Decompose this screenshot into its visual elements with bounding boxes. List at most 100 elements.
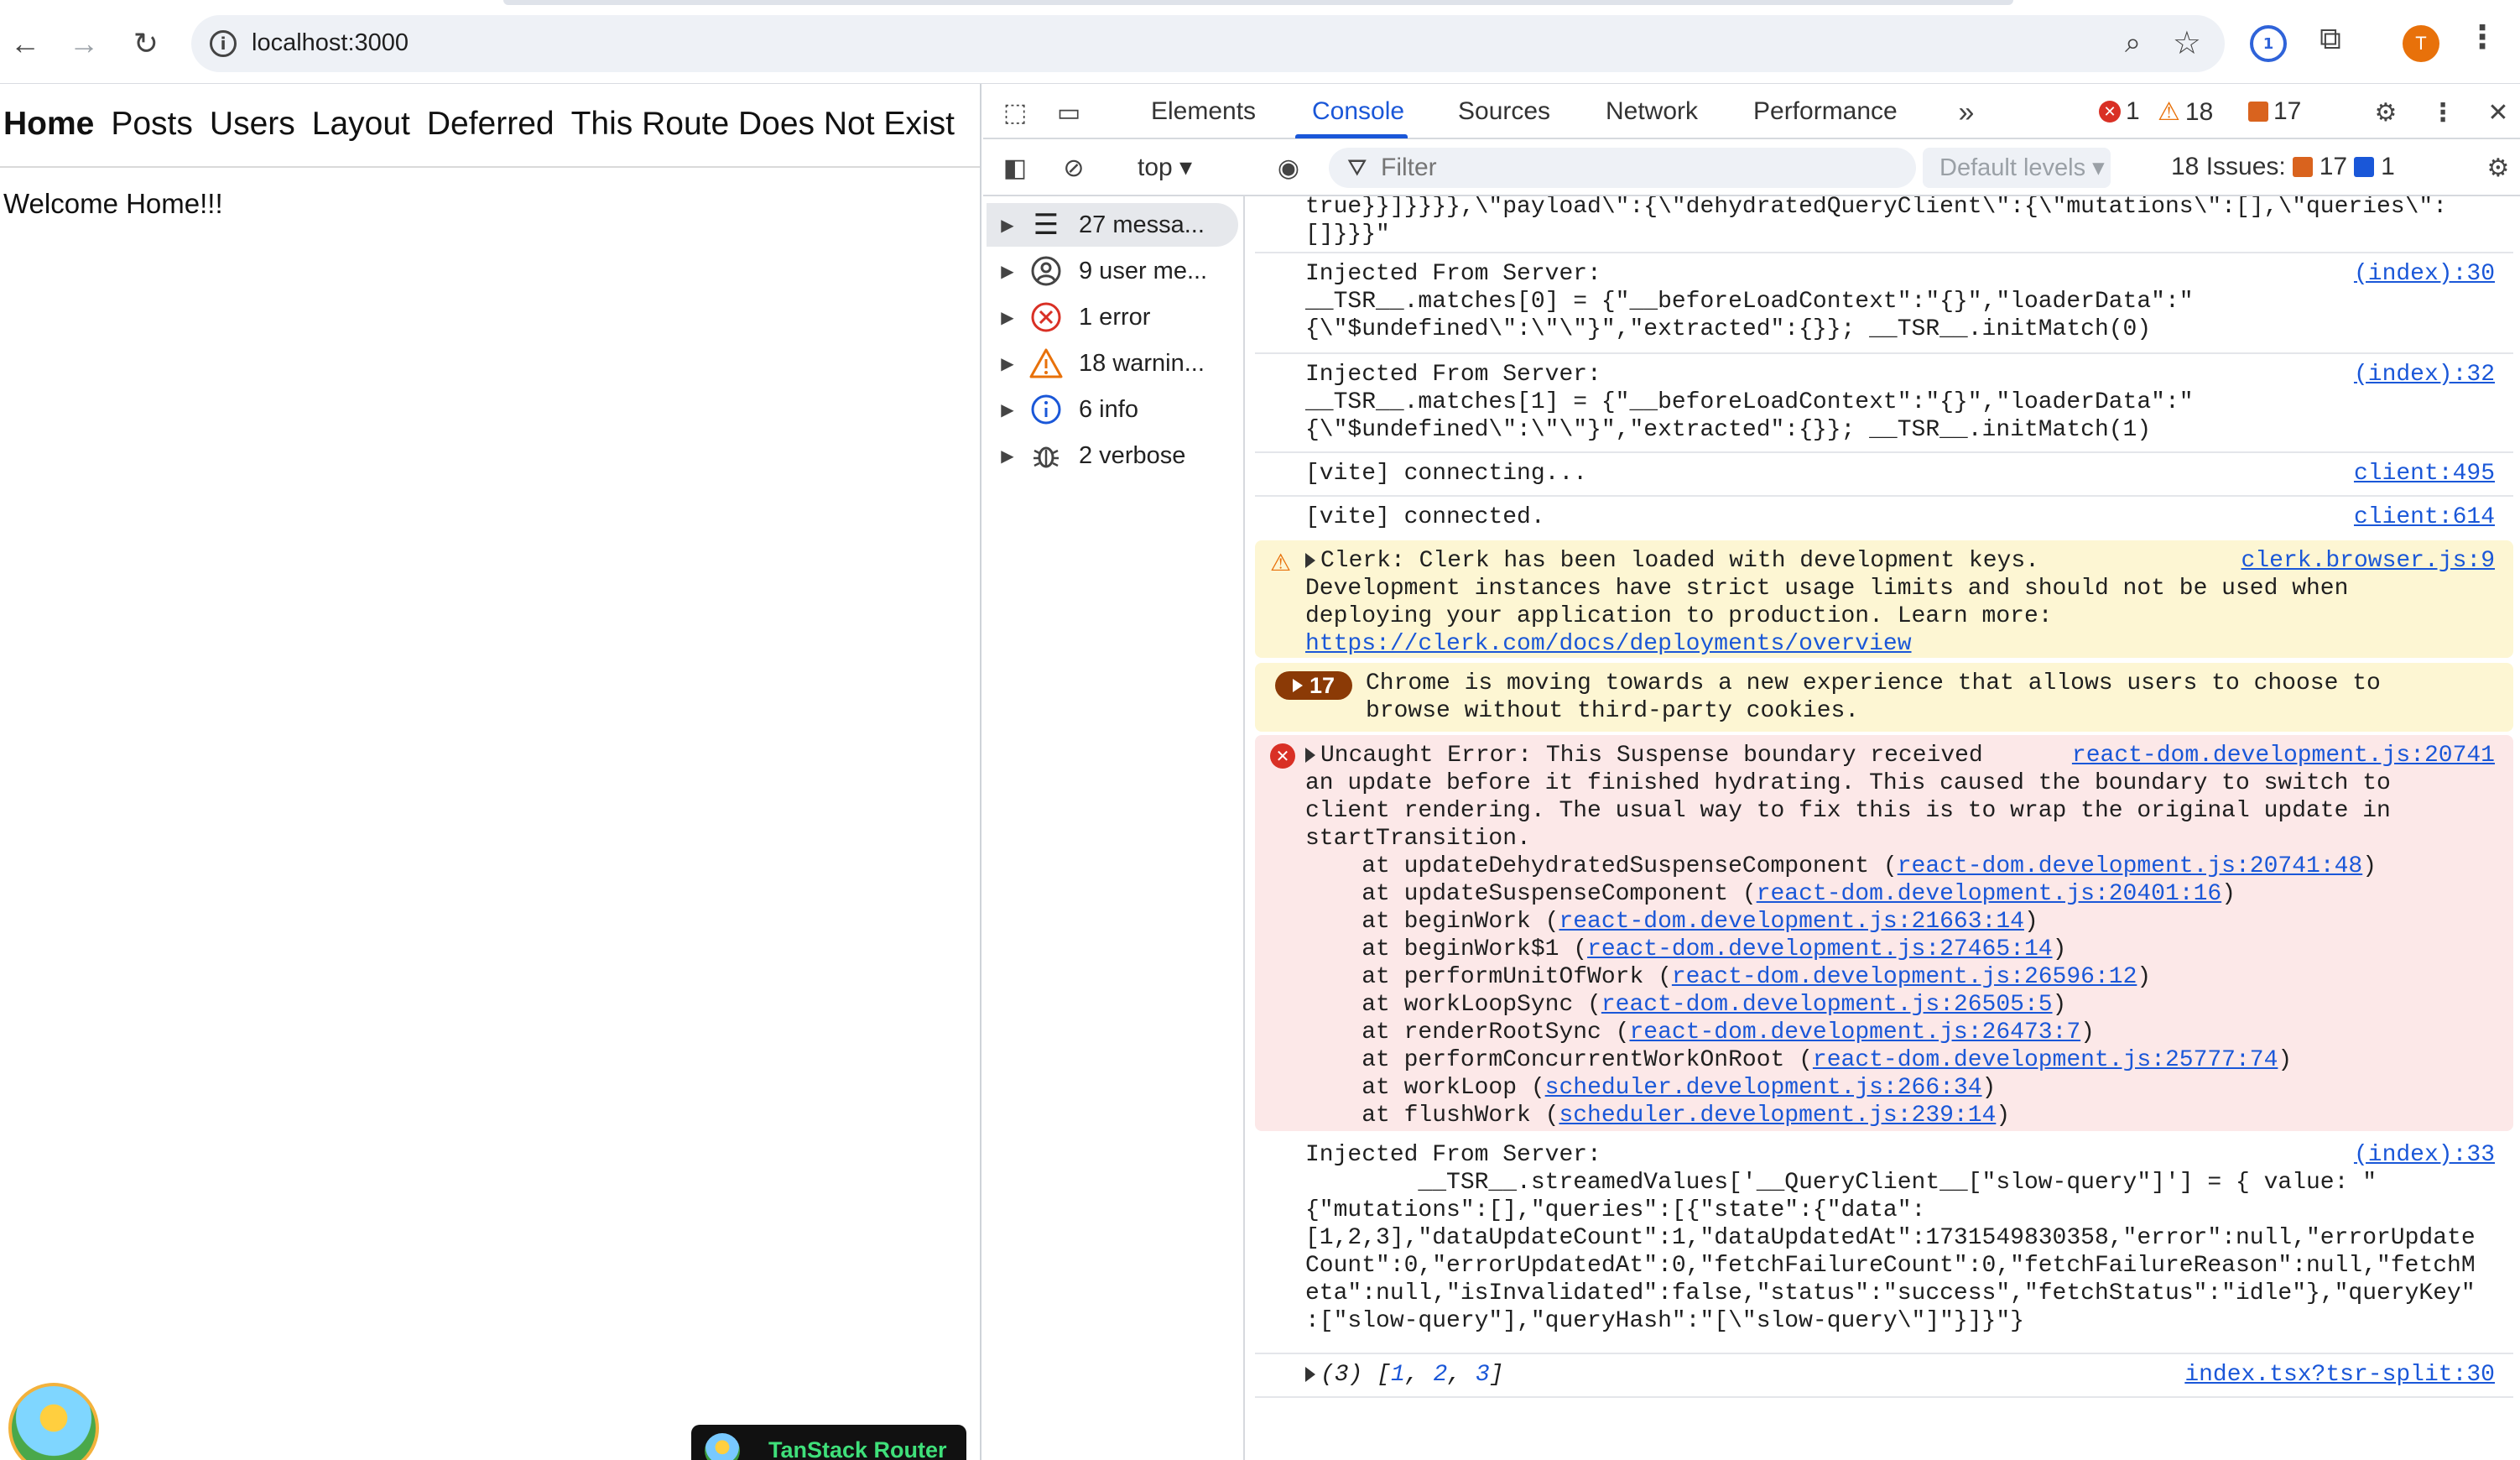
sidebar-item-label: 1 error: [1079, 303, 1151, 331]
tab-performance[interactable]: Performance: [1753, 97, 1898, 126]
source-link[interactable]: (index):33: [2354, 1141, 2495, 1169]
stack-location-link[interactable]: react-dom.development.js:21663:14: [1559, 909, 2024, 935]
stack-location-link[interactable]: react-dom.development.js:26505:5: [1601, 992, 2053, 1018]
tab-sources[interactable]: Sources: [1458, 97, 1550, 126]
stack-line: at workLoop (scheduler.development.js:26…: [1305, 1075, 1997, 1101]
forward-icon[interactable]: →: [59, 18, 109, 69]
console-message[interactable]: true}}]}}}},\"payload\":{\"dehydratedQue…: [1255, 196, 2513, 253]
nav-link-not-exist[interactable]: This Route Does Not Exist: [571, 106, 955, 143]
sidebar-item-warnings[interactable]: ▶ 18 warnin...: [987, 342, 1238, 385]
address-bar[interactable]: i localhost:3000 ⌕ ☆: [191, 15, 2225, 72]
stack-location-link[interactable]: react-dom.development.js:25777:74: [1813, 1047, 2278, 1073]
sidebar-toggle-icon[interactable]: ◧: [997, 149, 1034, 186]
issues-orange-count: 17: [2319, 153, 2348, 180]
reload-icon[interactable]: ↻: [121, 18, 171, 69]
expand-caret-icon[interactable]: [1305, 1366, 1315, 1382]
error-icon: ✕: [1270, 743, 1295, 769]
url-text: localhost:3000: [252, 29, 409, 56]
issue-count: 17: [2273, 97, 2302, 125]
error-counter[interactable]: ✕ 1: [2099, 97, 2140, 126]
issues-summary[interactable]: 18 Issues: 17 1: [2171, 153, 2395, 181]
console-warning-group[interactable]: 17 Chrome is moving towards a new experi…: [1255, 663, 2513, 732]
console-message[interactable]: (3) [1, 2, 3] index.tsx?tsr-split:30: [1255, 1354, 2513, 1398]
source-link[interactable]: client:495: [2354, 460, 2495, 488]
tanstack-router-devtools-button[interactable]: TanStack Router: [691, 1425, 966, 1460]
console-warning[interactable]: ⚠ Clerk: Clerk has been loaded with deve…: [1255, 540, 2513, 658]
sidebar-item-user-messages[interactable]: ▶ 9 user me...: [987, 249, 1238, 293]
stack-location-link[interactable]: scheduler.development.js:266:34: [1545, 1075, 1982, 1101]
stack-location-link[interactable]: react-dom.development.js:20741:48: [1898, 853, 2363, 879]
sidebar-item-messages[interactable]: ▶ ☰ 27 messa...: [987, 203, 1238, 247]
stack-location-link[interactable]: react-dom.development.js:26596:12: [1672, 964, 2137, 990]
console-error[interactable]: ✕ Uncaught Error: This Suspense boundary…: [1255, 735, 2513, 1131]
back-icon[interactable]: ←: [0, 18, 50, 69]
source-link[interactable]: react-dom.development.js:20741: [2072, 742, 2495, 769]
zoom-icon[interactable]: ⌕: [2125, 27, 2141, 60]
console-message[interactable]: Injected From Server: __TSR__.streamedVa…: [1255, 1134, 2513, 1354]
issues-label: 18 Issues:: [2171, 153, 2286, 180]
extensions-icon[interactable]: ⧉: [2312, 20, 2349, 57]
sidebar-item-errors[interactable]: ▶ 1 error: [987, 295, 1238, 339]
tab-network[interactable]: Network: [1606, 97, 1698, 126]
expand-caret-icon: ▶: [1001, 354, 1014, 373]
source-link[interactable]: (index):32: [2354, 361, 2495, 388]
nav-link-users[interactable]: Users: [210, 106, 295, 143]
stack-location-link[interactable]: react-dom.development.js:20401:16: [1757, 881, 2222, 907]
error-text: Uncaught Error: This Suspense boundary r…: [1305, 742, 2391, 1129]
repeat-count-badge[interactable]: 17: [1275, 671, 1352, 700]
console-settings-gear-icon[interactable]: ⚙: [2480, 149, 2517, 186]
device-toolbar-icon[interactable]: ▭: [1050, 94, 1087, 131]
source-link[interactable]: index.tsx?tsr-split:30: [2184, 1361, 2495, 1389]
router-badge-label: TanStack Router: [768, 1437, 947, 1460]
nav-link-deferred[interactable]: Deferred: [427, 106, 555, 143]
filter-field[interactable]: ⛛: [1329, 148, 1916, 188]
expand-caret-icon[interactable]: [1305, 747, 1315, 763]
log-levels-select[interactable]: Default levels ▾: [1923, 148, 2111, 188]
password-manager-icon[interactable]: 1: [2250, 25, 2287, 62]
warning-counter[interactable]: ⚠ 18: [2158, 97, 2213, 127]
source-link[interactable]: clerk.browser.js:9: [2241, 547, 2495, 575]
more-tabs-icon[interactable]: »: [1948, 94, 1985, 131]
console-message[interactable]: [vite] connected. client:614: [1255, 497, 2513, 539]
error-icon: [1028, 300, 1064, 335]
clerk-docs-link[interactable]: https://clerk.com/docs/deployments/overv…: [1305, 631, 1912, 657]
live-expression-eye-icon[interactable]: ◉: [1270, 149, 1307, 186]
array-preview[interactable]: (3) [1, 2, 3]: [1305, 1361, 1503, 1389]
nav-divider: [0, 166, 980, 168]
filter-input[interactable]: [1381, 153, 1884, 183]
stack-line: at flushWork (scheduler.development.js:2…: [1305, 1103, 2011, 1129]
tab-console[interactable]: Console: [1312, 97, 1404, 126]
nav-link-home[interactable]: Home: [3, 106, 94, 143]
stack-location-link[interactable]: react-dom.development.js:27465:14: [1587, 936, 2053, 962]
react-query-devtools-logo-icon[interactable]: [8, 1383, 99, 1460]
console-message[interactable]: Injected From Server: __TSR__.matches[0]…: [1255, 253, 2513, 354]
avatar[interactable]: T: [2403, 25, 2439, 62]
array-suffix: ]: [1489, 1362, 1504, 1388]
chrome-menu-icon[interactable]: ⋮: [2466, 18, 2498, 56]
stack-fn: at renderRootSync (: [1305, 1019, 1630, 1045]
close-devtools-icon[interactable]: ✕: [2480, 94, 2517, 131]
site-info-icon[interactable]: i: [210, 30, 237, 57]
context-select[interactable]: top ▾: [1138, 153, 1192, 182]
stack-location-link[interactable]: scheduler.development.js:239:14: [1559, 1103, 1996, 1129]
issue-counter[interactable]: 17: [2248, 97, 2301, 126]
nav-link-layout[interactable]: Layout: [312, 106, 410, 143]
source-link[interactable]: (index):30: [2354, 260, 2495, 288]
clear-console-icon[interactable]: ⊘: [1055, 149, 1092, 186]
nav-link-posts[interactable]: Posts: [111, 106, 193, 143]
console-message[interactable]: Injected From Server: __TSR__.matches[1]…: [1255, 354, 2513, 453]
sidebar-item-info[interactable]: ▶ 6 info: [987, 388, 1238, 431]
stack-fn: at beginWork$1 (: [1305, 936, 1588, 962]
devtools-menu-icon[interactable]: ⋮: [2424, 94, 2461, 131]
console-message[interactable]: [vite] connecting... client:495: [1255, 453, 2513, 497]
expand-caret-icon[interactable]: [1305, 552, 1315, 568]
sidebar-item-verbose[interactable]: ▶ 2 verbose: [987, 434, 1238, 477]
tab-elements[interactable]: Elements: [1151, 97, 1256, 126]
source-link[interactable]: client:614: [2354, 503, 2495, 531]
warning-icon: ⚠: [2158, 98, 2180, 126]
settings-gear-icon[interactable]: ⚙: [2367, 94, 2404, 131]
page-viewport: Home Posts Users Layout Deferred This Ro…: [0, 84, 981, 1460]
bookmark-star-icon[interactable]: ☆: [2173, 24, 2201, 62]
inspect-element-icon[interactable]: ⬚: [997, 94, 1034, 131]
stack-location-link[interactable]: react-dom.development.js:26473:7: [1629, 1019, 2080, 1045]
